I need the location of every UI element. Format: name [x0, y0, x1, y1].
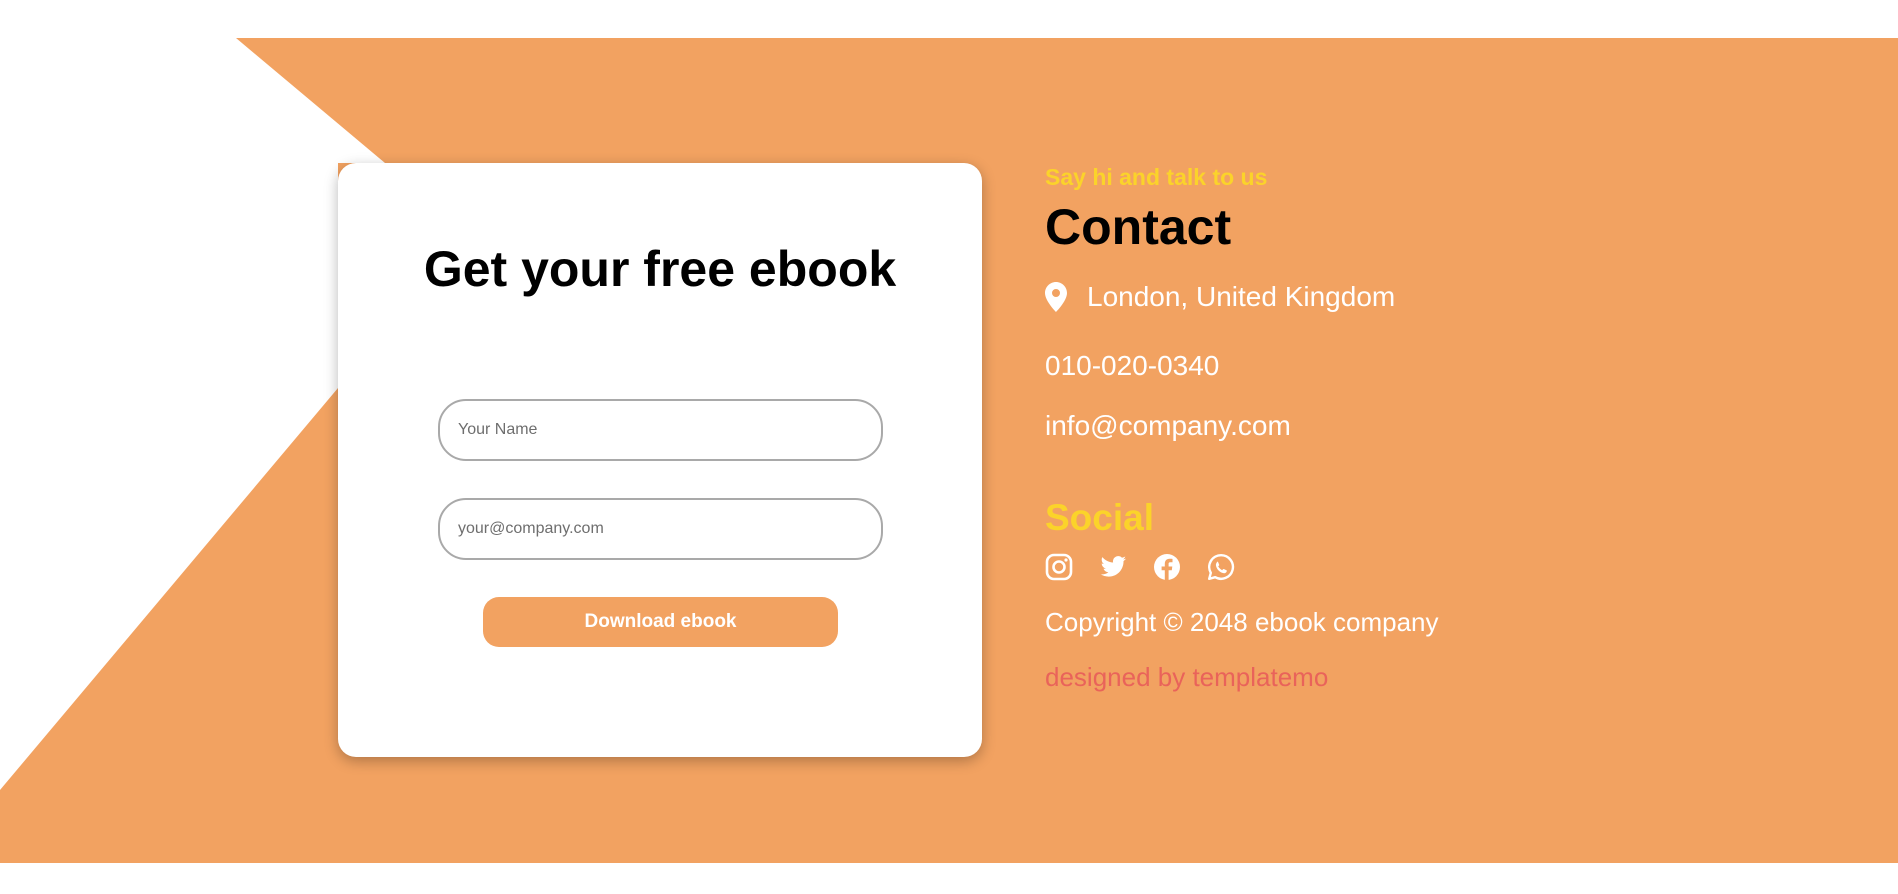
social-title: Social	[1045, 497, 1154, 538]
instagram-icon[interactable]	[1045, 553, 1073, 581]
map-pin-icon	[1045, 282, 1067, 312]
social-icons	[1045, 553, 1261, 581]
location-text: London, United Kingdom	[1087, 281, 1396, 312]
copyright-text: Copyright © 2048 ebook company	[1045, 607, 1439, 637]
contact-tagline: Say hi and talk to us	[1045, 164, 1268, 190]
twitter-icon[interactable]	[1099, 553, 1127, 581]
ebook-form-card: Get your free ebook Download ebook	[338, 163, 982, 757]
ebook-section: Get your free ebook Download ebook Say h…	[0, 0, 1898, 894]
contact-title: Contact	[1045, 199, 1232, 255]
name-input[interactable]	[438, 399, 883, 461]
download-ebook-button[interactable]: Download ebook	[483, 597, 838, 647]
form-title: Get your free ebook	[423, 241, 897, 297]
email-text: info@company.com	[1045, 410, 1291, 441]
designer-link[interactable]: designed by templatemo	[1045, 662, 1328, 693]
phone-text: 010-020-0340	[1045, 350, 1220, 381]
location-row: London, United Kingdom	[1045, 280, 1395, 314]
email-input[interactable]	[438, 498, 883, 560]
facebook-icon[interactable]	[1153, 553, 1181, 581]
whatsapp-icon[interactable]	[1207, 553, 1235, 581]
